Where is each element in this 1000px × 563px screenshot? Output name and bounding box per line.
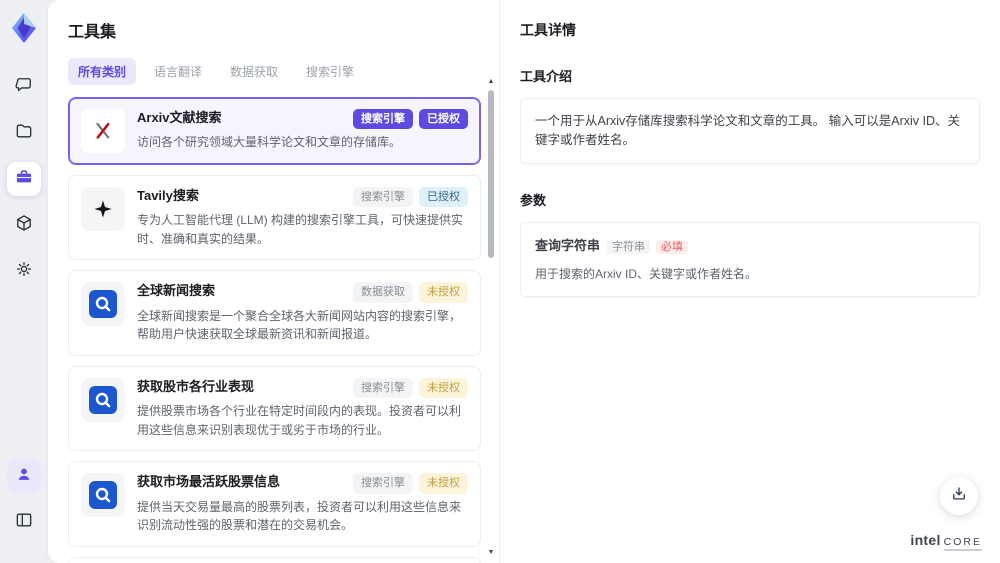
- param-name: 查询字符串: [535, 237, 601, 253]
- sidebar-item-packages[interactable]: [7, 208, 41, 242]
- sidebar-item-collapse[interactable]: [7, 505, 41, 539]
- download-icon: [950, 485, 968, 508]
- app-logo-icon: [8, 10, 40, 46]
- category-badge: 搜索引擎: [353, 377, 413, 399]
- tool-list: Arxiv文献搜索 搜索引擎 已授权 访问各个研究领域大量科学论文和文章的存储库…: [68, 97, 499, 563]
- gear-icon: [14, 259, 34, 284]
- category-tabs: 所有类别 语言翻译 数据获取 搜索引擎: [68, 58, 499, 85]
- finance-search-logo-icon: [81, 377, 125, 422]
- toolbox-icon: [14, 167, 34, 192]
- category-tab-3[interactable]: 搜索引擎: [296, 58, 364, 85]
- category-tab-0[interactable]: 所有类别: [68, 58, 137, 85]
- category-badge: 数据获取: [353, 282, 413, 303]
- intel-core-logo: intel core: [910, 532, 982, 551]
- auth-badge: 已授权: [419, 109, 468, 130]
- tool-title: 获取市场最活跃股票信息: [137, 474, 281, 490]
- tool-description: 访问各个研究领域大量科学论文和文章的存储库。: [137, 135, 402, 150]
- tool-card-0[interactable]: Arxiv文献搜索 搜索引擎 已授权 访问各个研究领域大量科学论文和文章的存储库…: [68, 97, 481, 165]
- category-tab-1[interactable]: 语言翻译: [144, 58, 212, 85]
- scroll-up-icon[interactable]: ▲: [486, 78, 496, 86]
- tool-card-5[interactable]: 万维地区新闻查询 搜索引擎 未授权 查询具体行政区划内的新闻，快速了解各地新闻动: [68, 556, 481, 563]
- category-badge: 搜索引擎: [353, 473, 413, 494]
- auth-badge: 已授权: [419, 187, 468, 208]
- param-description: 用于搜索的Arxiv ID、关键字或作者姓名。: [535, 267, 758, 282]
- tool-card-1[interactable]: Tavily搜索 搜索引擎 已授权 专为人工智能代理 (LLM) 构建的搜索引擎…: [68, 175, 481, 261]
- params-heading: 参数: [520, 192, 547, 208]
- sidebar-item-tools[interactable]: [7, 162, 41, 196]
- sidebar-item-files[interactable]: [7, 116, 41, 150]
- tool-detail-panel: 工具详情 工具介绍 一个用于从Arxiv存储库搜索科学论文和文章的工具。 输入可…: [500, 0, 1000, 563]
- auth-badge: 未授权: [419, 282, 468, 303]
- page-title: 工具集: [68, 24, 117, 41]
- tool-card-3[interactable]: 获取股市各行业表现 搜索引擎 未授权 提供股票市场各个行业在特定时间段内的表现。…: [68, 365, 481, 452]
- auth-badge: 未授权: [419, 473, 468, 494]
- category-tab-2[interactable]: 数据获取: [220, 58, 288, 85]
- category-badge: 搜索引擎: [353, 187, 413, 208]
- tool-description: 提供股票市场各个行业在特定时间段内的表现。投资者可以利用这些信息来识别表现优于或…: [137, 404, 462, 437]
- package-icon: [14, 213, 34, 238]
- tool-description: 全球新闻搜索是一个聚合全球各大新闻网站内容的搜索引擎，帮助用户快速获取全球最新资…: [137, 308, 462, 342]
- intro-text: 一个用于从Arxiv存储库搜索科学论文和文章的工具。 输入可以是Arxiv ID…: [535, 114, 961, 147]
- collapse-panel-icon: [14, 510, 34, 535]
- download-button[interactable]: [940, 477, 978, 515]
- sidebar-item-chat[interactable]: [7, 70, 41, 104]
- brand-core-text: core: [943, 536, 982, 551]
- tool-card-2[interactable]: 全球新闻搜索 数据获取 未授权 全球新闻搜索是一个聚合全球各大新闻网站内容的搜索…: [68, 270, 481, 356]
- param-type-badge: 字符串: [607, 239, 651, 254]
- sidebar-item-account[interactable]: [7, 459, 41, 493]
- tool-title: Tavily搜索: [137, 188, 199, 203]
- category-badge: 搜索引擎: [353, 109, 413, 130]
- intro-heading: 工具介绍: [520, 69, 573, 84]
- arxiv-logo-icon: [81, 109, 125, 153]
- tool-list-panel: 工具集 所有类别 语言翻译 数据获取 搜索引擎 Arxiv文献搜索 搜索引擎 已授权 …: [48, 0, 500, 563]
- param-card: 查询字符串 字符串 必填 用于搜索的Arxiv ID、关键字或作者姓名。: [520, 221, 980, 298]
- tool-title: 获取股市各行业表现: [137, 378, 255, 394]
- brand-intel-text: intel: [910, 532, 941, 548]
- chat-icon: [14, 75, 34, 100]
- scrollbar-thumb[interactable]: [488, 90, 494, 258]
- app-rail: [0, 0, 48, 563]
- folder-icon: [14, 121, 34, 146]
- tool-title: Arxiv文献搜索: [137, 110, 222, 125]
- param-header: 查询字符串 字符串 必填: [535, 236, 965, 256]
- auth-badge: 未授权: [419, 377, 468, 399]
- tool-title: 全球新闻搜索: [137, 283, 216, 299]
- detail-title: 工具详情: [520, 22, 576, 38]
- account-icon: [14, 464, 34, 489]
- tool-description: 专为人工智能代理 (LLM) 构建的搜索引擎工具，可快速提供实时、准确和真实的结…: [137, 213, 464, 246]
- intro-card: 一个用于从Arxiv存储库搜索科学论文和文章的工具。 输入可以是Arxiv ID…: [520, 98, 980, 164]
- tavily-logo-icon: [81, 187, 125, 231]
- tool-description: 提供当天交易量最高的股票列表，投资者可以利用这些信息来识别流动性强的股票和潜在的…: [137, 499, 462, 533]
- news-search-logo-icon: [81, 282, 125, 327]
- sidebar-item-settings[interactable]: [7, 254, 41, 288]
- finance-search-logo-icon: [81, 473, 125, 518]
- tool-card-4[interactable]: 获取市场最活跃股票信息 搜索引擎 未授权 提供当天交易量最高的股票列表，投资者可…: [68, 461, 481, 547]
- main-content: 工具集 所有类别 语言翻译 数据获取 搜索引擎 Arxiv文献搜索 搜索引擎 已授权 …: [48, 0, 1000, 563]
- scroll-down-icon[interactable]: ▼: [486, 549, 496, 557]
- param-required-badge: 必填: [656, 239, 689, 254]
- scrollbar[interactable]: ▲ ▼: [486, 78, 496, 557]
